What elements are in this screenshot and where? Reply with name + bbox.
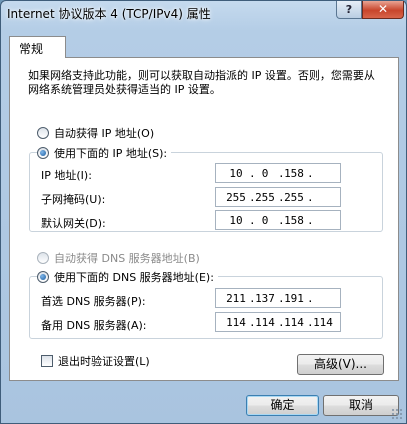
manual-ip-radio-indicator [37,147,49,159]
validate-checkbox-box [41,355,53,367]
ok-button[interactable]: 确定 [246,395,319,416]
resize-grip-icon[interactable] [391,408,403,420]
subnet-mask-input[interactable]: 255. 255. 255. [215,187,341,207]
auto-ip-label: 自动获得 IP 地址(O) [54,127,155,140]
auto-ip-radio[interactable]: 自动获得 IP 地址(O) [37,125,159,141]
adns-octet-4: 114 [313,316,333,329]
mask-octet-2: 255 [255,191,275,204]
gateway-octet-3: 158 [284,214,304,227]
cancel-button[interactable]: 取消 [323,395,399,416]
ip-octet-1: 10 [229,167,243,180]
auto-dns-radio-indicator [37,252,49,264]
preferred-dns-input[interactable]: 211. 137. 191. [215,288,341,308]
tcpip-properties-dialog: Internet 协议版本 4 (TCP/IPv4) 属性 ? ✕ 常规 如果网… [0,0,407,424]
gateway-octet-1: 10 [229,214,243,227]
default-gateway-input[interactable]: 10. 0. 158. [215,210,341,230]
validate-on-exit-checkbox[interactable]: 退出时验证设置(L) [41,353,154,369]
manual-ip-radio[interactable]: 使用下面的 IP 地址(S): [37,145,172,161]
subnet-mask-label: 子网掩码(U): [41,193,106,206]
tab-general[interactable]: 常规 [9,36,66,58]
ip-address-label: IP 地址(I): [41,169,92,182]
auto-dns-label: 自动获得 DNS 服务器地址(B) [54,252,200,265]
help-button[interactable]: ? [336,1,362,19]
mask-octet-3: 255 [284,191,304,204]
manual-dns-label: 使用下面的 DNS 服务器地址(E): [54,271,214,284]
adns-octet-2: 114 [255,316,275,329]
manual-ip-label: 使用下面的 IP 地址(S): [54,147,168,160]
preferred-dns-label: 首选 DNS 服务器(P): [41,295,146,308]
window-title: Internet 协议版本 4 (TCP/IPv4) 属性 [7,7,211,21]
gateway-octet-2: 0 [261,214,269,227]
ip-octet-2: 0 [261,167,269,180]
pdns-octet-1: 211 [226,292,246,305]
adns-octet-3: 114 [284,316,304,329]
default-gateway-label: 默认网关(D): [41,217,106,230]
advanced-button[interactable]: 高级(V)... [297,354,384,375]
close-button[interactable]: ✕ [362,1,404,19]
pdns-octet-2: 137 [255,292,275,305]
description-text: 如果网络支持此功能，则可以获取自动指派的 IP 设置。否则，您需要从网络系统管理… [28,69,375,96]
auto-dns-radio[interactable]: 自动获得 DNS 服务器地址(B) [37,250,204,266]
ip-address-input[interactable]: 10. 0. 158. [215,163,341,183]
close-icon: ✕ [377,2,389,16]
alternate-dns-label: 备用 DNS 服务器(A): [41,319,147,332]
validate-on-exit-label: 退出时验证设置(L) [58,355,150,368]
alternate-dns-input[interactable]: 114. 114. 114. 114 [215,312,341,332]
pdns-octet-3: 191 [284,292,304,305]
manual-dns-radio[interactable]: 使用下面的 DNS 服务器地址(E): [37,269,218,285]
mask-octet-1: 255 [226,191,246,204]
adns-octet-1: 114 [226,316,246,329]
auto-ip-radio-indicator [37,127,49,139]
manual-dns-radio-indicator [37,271,49,283]
ip-octet-3: 158 [284,167,304,180]
